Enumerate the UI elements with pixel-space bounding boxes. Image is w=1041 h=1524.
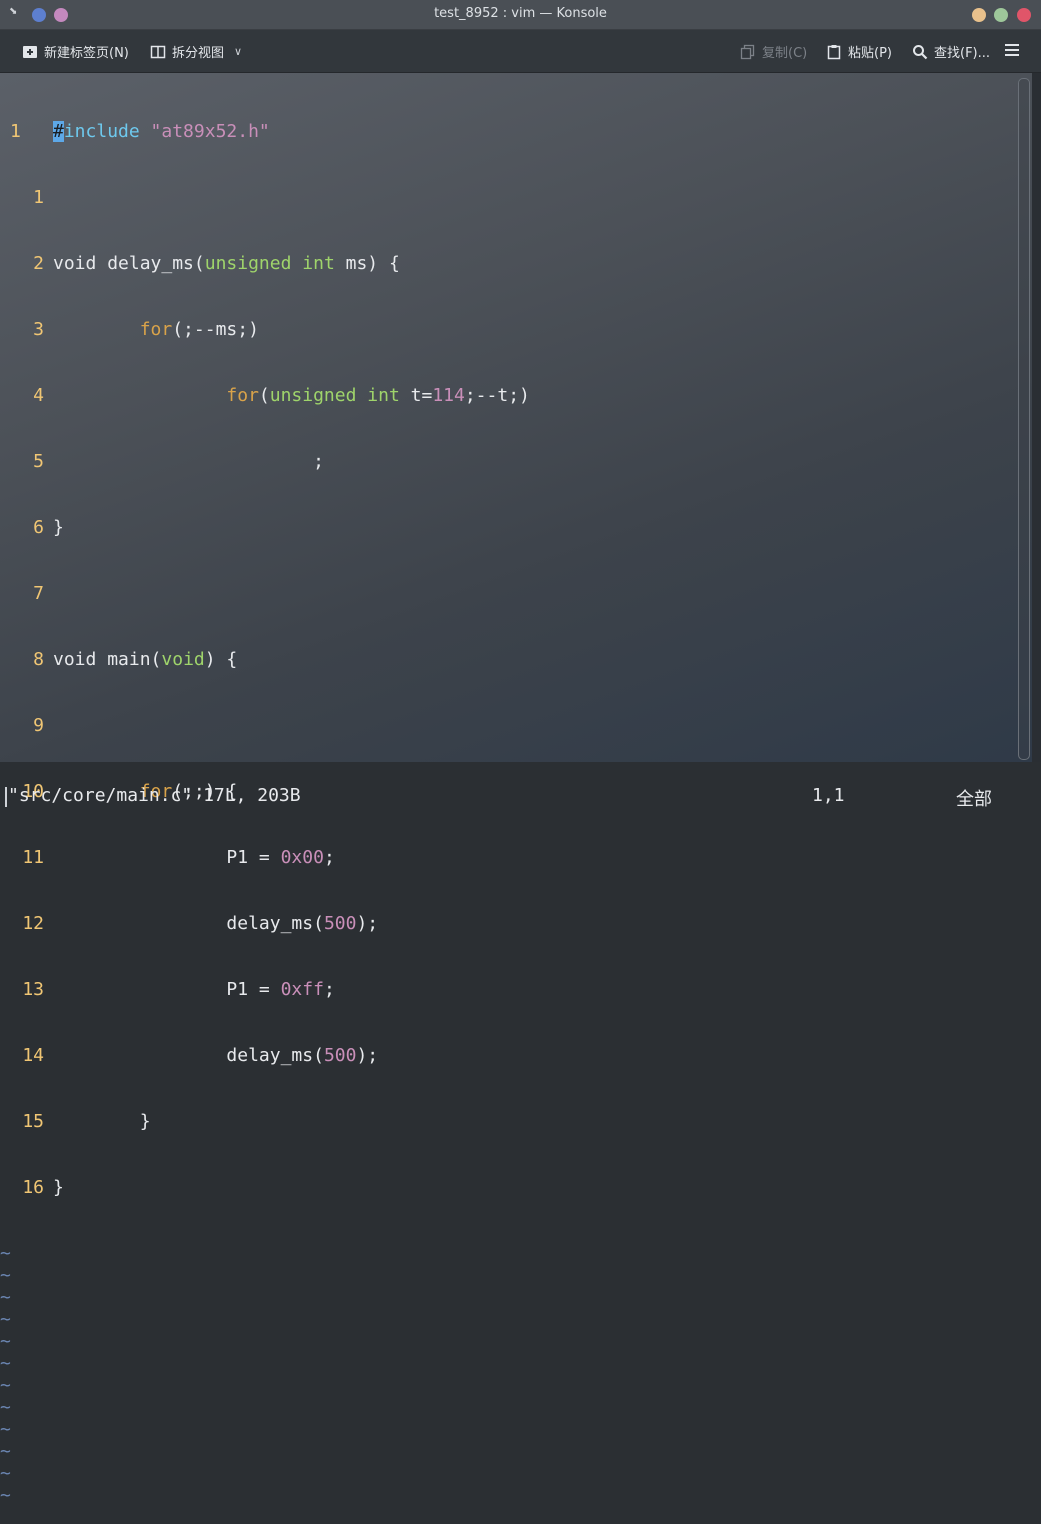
code-line: 13 P1 = 0xff; [10,979,530,1001]
scroll-percent: 全部 [956,789,992,810]
code-line: 2 void delay_ms(unsigned int ms) { [10,253,530,275]
empty-line-marker: ~ [0,1375,11,1396]
window-edge [1032,73,1041,762]
new-tab-icon [23,45,37,58]
chevron-down-icon: ∨ [234,45,243,58]
find-button[interactable]: 查找(F)... [912,42,990,61]
empty-line-marker: ~ [0,1485,11,1506]
code-line: 1 #include "at89x52.h" [10,121,530,143]
file-info: "src/core/main.c" 17L, 203B [5,785,301,807]
code-line: 5 ; [10,451,530,473]
empty-line-marker: ~ [0,1353,11,1374]
empty-line-marker: ~ [0,1441,11,1462]
title-bar: ⬊ test_8952 : vim — Konsole [0,0,1041,30]
code-line: 12 delay_ms(500); [10,913,530,935]
empty-line-marker: ~ [0,1309,11,1330]
minimize-button[interactable] [972,8,986,22]
code-line: 4 for(unsigned int t=114;--t;) [10,385,530,407]
line-text: for(;--ms;) [139,319,259,340]
code-line: 11 P1 = 0x00; [10,847,530,869]
code-line: 15 } [10,1111,530,1133]
line-text: #include "at89x52.h" [53,121,270,142]
vim-status-line: "src/core/main.c" 17L, 203B 1,1 全部 [0,785,1015,810]
paste-button[interactable]: 粘贴(P) [826,42,892,61]
hamburger-icon [1005,44,1019,56]
line-number: 2 [33,253,44,274]
cursor-position: 1,1 [812,785,845,806]
line-text: delay_ms(500); [53,913,379,934]
line-number: 4 [33,385,44,406]
line-number: 5 [33,451,44,472]
copy-icon [740,44,755,59]
terminal-view[interactable]: 1 #include "at89x52.h" 1 2 void delay_ms(u… [0,73,1041,1506]
empty-line-marker: ~ [0,1397,11,1418]
new-tab-button[interactable]: 新建标签页(N) [22,42,129,61]
line-number: 11 [22,847,44,868]
line-number: 9 [33,715,44,736]
window-title: test_8952 : vim — Konsole [434,6,607,21]
line-text: P1 = 0x00; [53,847,335,868]
copy-button[interactable]: 复制(C) [740,42,807,61]
empty-line-marker: ~ [0,1243,11,1264]
line-number: 1 [10,121,21,142]
paste-icon [827,44,841,59]
empty-line-marker: ~ [0,1265,11,1286]
line-text: } [53,1111,151,1132]
code-line: 6} [10,517,530,539]
line-number: 13 [22,979,44,1000]
new-tab-label: 新建标签页(N) [44,46,129,61]
search-icon [913,44,928,59]
line-number: 14 [22,1045,44,1066]
empty-buffer-lines: ~ ~ ~ ~ ~ ~ ~ ~ ~ ~ ~ ~ [0,1243,530,1507]
line-number: 16 [22,1177,44,1198]
scrollbar[interactable] [1018,78,1030,760]
code-line: 8 void main(void) { [10,649,530,671]
paste-label: 粘贴(P) [848,46,892,61]
empty-line-marker: ~ [0,1463,11,1484]
line-text: void delay_ms(unsigned int ms) { [53,253,400,274]
line-text: for(unsigned int t=114;--t;) [226,385,530,406]
line-number: 3 [33,319,44,340]
text-cursor: # [53,121,64,142]
line-number: 8 [33,649,44,670]
copy-label: 复制(C) [762,46,808,61]
line-text: ; [53,451,324,472]
line-number: 15 [22,1111,44,1132]
maximize-button[interactable] [994,8,1008,22]
find-label: 查找(F)... [934,46,991,61]
code-line: 1 [10,187,530,209]
line-text: P1 = 0xff; [53,979,335,1000]
line-number: 7 [33,583,44,604]
line-number: 12 [22,913,44,934]
toolbar: 新建标签页(N) 拆分视图 ∨ 复制(C) 粘贴(P) 查找(F)... [0,30,1041,73]
code-line: 14 delay_ms(500); [10,1045,530,1067]
empty-line-marker: ~ [0,1331,11,1352]
line-number: 6 [33,517,44,538]
code-line: 16} [10,1177,530,1199]
line-number: 1 [33,187,44,208]
main-menu-button[interactable] [1004,42,1020,58]
split-view-button[interactable]: 拆分视图 ∨ [150,42,242,61]
line-text: } [53,1177,64,1198]
close-button[interactable] [1017,8,1031,22]
code-line: 7 [10,583,530,605]
line-text: } [53,517,64,538]
empty-line-marker: ~ [0,1419,11,1440]
line-text: void main(void) { [53,649,238,670]
split-view-label: 拆分视图 [172,46,225,61]
split-view-icon [150,45,166,58]
line-text: delay_ms(500); [53,1045,379,1066]
code-line: 9 [10,715,530,737]
code-line: 3 for(;--ms;) [10,319,530,341]
empty-line-marker: ~ [0,1287,11,1308]
